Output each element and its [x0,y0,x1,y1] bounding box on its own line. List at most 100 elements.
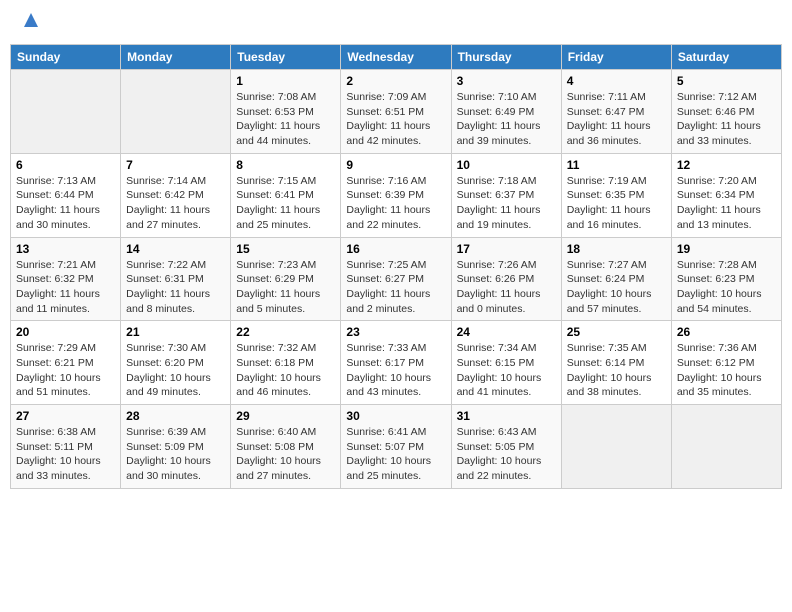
day-info: Sunrise: 7:13 AMSunset: 6:44 PMDaylight:… [16,174,115,233]
day-number: 26 [677,325,776,339]
weekday-header-wednesday: Wednesday [341,45,451,70]
day-number: 1 [236,74,335,88]
calendar-cell: 5 Sunrise: 7:12 AMSunset: 6:46 PMDaylight… [671,70,781,154]
calendar-cell: 18 Sunrise: 7:27 AMSunset: 6:24 PMDayligh… [561,237,671,321]
calendar-cell: 2 Sunrise: 7:09 AMSunset: 6:51 PMDaylight… [341,70,451,154]
calendar-cell: 15 Sunrise: 7:23 AMSunset: 6:29 PMDayligh… [231,237,341,321]
day-number: 29 [236,409,335,423]
calendar-cell: 8 Sunrise: 7:15 AMSunset: 6:41 PMDaylight… [231,153,341,237]
day-info: Sunrise: 7:15 AMSunset: 6:41 PMDaylight:… [236,174,335,233]
day-number: 11 [567,158,666,172]
calendar-week-5: 27 Sunrise: 6:38 AMSunset: 5:11 PMDayligh… [11,405,782,489]
calendar-cell: 17 Sunrise: 7:26 AMSunset: 6:26 PMDayligh… [451,237,561,321]
day-info: Sunrise: 7:14 AMSunset: 6:42 PMDaylight:… [126,174,225,233]
day-info: Sunrise: 7:19 AMSunset: 6:35 PMDaylight:… [567,174,666,233]
day-info: Sunrise: 7:28 AMSunset: 6:23 PMDaylight:… [677,258,776,317]
day-number: 3 [457,74,556,88]
day-number: 8 [236,158,335,172]
day-info: Sunrise: 6:38 AMSunset: 5:11 PMDaylight:… [16,425,115,484]
day-number: 30 [346,409,445,423]
day-info: Sunrise: 7:26 AMSunset: 6:26 PMDaylight:… [457,258,556,317]
day-info: Sunrise: 7:25 AMSunset: 6:27 PMDaylight:… [346,258,445,317]
calendar-cell: 26 Sunrise: 7:36 AMSunset: 6:12 PMDayligh… [671,321,781,405]
day-number: 17 [457,242,556,256]
logo-icon [22,11,40,29]
calendar-cell: 30 Sunrise: 6:41 AMSunset: 5:07 PMDayligh… [341,405,451,489]
day-info: Sunrise: 7:30 AMSunset: 6:20 PMDaylight:… [126,341,225,400]
weekday-header-friday: Friday [561,45,671,70]
calendar-cell: 21 Sunrise: 7:30 AMSunset: 6:20 PMDayligh… [121,321,231,405]
calendar-cell: 20Sunrise: 7:29 AMSunset: 6:21 PMDayligh… [11,321,121,405]
day-info: Sunrise: 6:43 AMSunset: 5:05 PMDaylight:… [457,425,556,484]
day-number: 15 [236,242,335,256]
day-number: 23 [346,325,445,339]
calendar-cell: 12 Sunrise: 7:20 AMSunset: 6:34 PMDayligh… [671,153,781,237]
day-number: 6 [16,158,115,172]
day-number: 13 [16,242,115,256]
day-number: 4 [567,74,666,88]
calendar-cell: 19Sunrise: 7:28 AMSunset: 6:23 PMDayligh… [671,237,781,321]
calendar-cell [121,70,231,154]
day-info: Sunrise: 7:12 AMSunset: 6:46 PMDaylight:… [677,90,776,149]
calendar-cell: 6 Sunrise: 7:13 AMSunset: 6:44 PMDaylight… [11,153,121,237]
calendar-cell: 13 Sunrise: 7:21 AMSunset: 6:32 PMDayligh… [11,237,121,321]
day-info: Sunrise: 7:22 AMSunset: 6:31 PMDaylight:… [126,258,225,317]
calendar-cell: 3 Sunrise: 7:10 AMSunset: 6:49 PMDaylight… [451,70,561,154]
day-info: Sunrise: 6:40 AMSunset: 5:08 PMDaylight:… [236,425,335,484]
day-number: 18 [567,242,666,256]
calendar-week-2: 6 Sunrise: 7:13 AMSunset: 6:44 PMDaylight… [11,153,782,237]
calendar-cell: 11 Sunrise: 7:19 AMSunset: 6:35 PMDayligh… [561,153,671,237]
day-number: 2 [346,74,445,88]
day-info: Sunrise: 7:35 AMSunset: 6:14 PMDaylight:… [567,341,666,400]
day-info: Sunrise: 6:39 AMSunset: 5:09 PMDaylight:… [126,425,225,484]
day-info: Sunrise: 7:20 AMSunset: 6:34 PMDaylight:… [677,174,776,233]
calendar-cell: 4 Sunrise: 7:11 AMSunset: 6:47 PMDaylight… [561,70,671,154]
calendar-week-1: 1 Sunrise: 7:08 AMSunset: 6:53 PMDaylight… [11,70,782,154]
day-info: Sunrise: 7:11 AMSunset: 6:47 PMDaylight:… [567,90,666,149]
calendar-cell: 28Sunrise: 6:39 AMSunset: 5:09 PMDayligh… [121,405,231,489]
day-info: Sunrise: 7:08 AMSunset: 6:53 PMDaylight:… [236,90,335,149]
calendar-cell: 10Sunrise: 7:18 AMSunset: 6:37 PMDayligh… [451,153,561,237]
day-info: Sunrise: 7:27 AMSunset: 6:24 PMDaylight:… [567,258,666,317]
day-number: 12 [677,158,776,172]
day-number: 31 [457,409,556,423]
weekday-header-thursday: Thursday [451,45,561,70]
day-info: Sunrise: 7:33 AMSunset: 6:17 PMDaylight:… [346,341,445,400]
day-number: 24 [457,325,556,339]
day-number: 9 [346,158,445,172]
calendar-cell: 27 Sunrise: 6:38 AMSunset: 5:11 PMDayligh… [11,405,121,489]
day-number: 25 [567,325,666,339]
calendar-week-4: 20Sunrise: 7:29 AMSunset: 6:21 PMDayligh… [11,321,782,405]
calendar-header-row: SundayMondayTuesdayWednesdayThursdayFrid… [11,45,782,70]
day-info: Sunrise: 7:36 AMSunset: 6:12 PMDaylight:… [677,341,776,400]
day-info: Sunrise: 7:16 AMSunset: 6:39 PMDaylight:… [346,174,445,233]
calendar-cell: 14 Sunrise: 7:22 AMSunset: 6:31 PMDayligh… [121,237,231,321]
logo [20,15,40,29]
day-number: 27 [16,409,115,423]
day-info: Sunrise: 7:21 AMSunset: 6:32 PMDaylight:… [16,258,115,317]
weekday-header-sunday: Sunday [11,45,121,70]
day-number: 22 [236,325,335,339]
day-info: Sunrise: 7:09 AMSunset: 6:51 PMDaylight:… [346,90,445,149]
day-number: 5 [677,74,776,88]
calendar-cell: 23 Sunrise: 7:33 AMSunset: 6:17 PMDayligh… [341,321,451,405]
weekday-header-saturday: Saturday [671,45,781,70]
day-number: 14 [126,242,225,256]
calendar-table: SundayMondayTuesdayWednesdayThursdayFrid… [10,44,782,489]
page-header [10,10,782,34]
day-info: Sunrise: 7:32 AMSunset: 6:18 PMDaylight:… [236,341,335,400]
calendar-cell: 22 Sunrise: 7:32 AMSunset: 6:18 PMDayligh… [231,321,341,405]
weekday-header-monday: Monday [121,45,231,70]
day-info: Sunrise: 7:10 AMSunset: 6:49 PMDaylight:… [457,90,556,149]
calendar-cell: 25 Sunrise: 7:35 AMSunset: 6:14 PMDayligh… [561,321,671,405]
day-info: Sunrise: 6:41 AMSunset: 5:07 PMDaylight:… [346,425,445,484]
calendar-cell: 24Sunrise: 7:34 AMSunset: 6:15 PMDayligh… [451,321,561,405]
day-number: 16 [346,242,445,256]
calendar-cell [11,70,121,154]
day-number: 10 [457,158,556,172]
calendar-cell: 1 Sunrise: 7:08 AMSunset: 6:53 PMDaylight… [231,70,341,154]
day-info: Sunrise: 7:23 AMSunset: 6:29 PMDaylight:… [236,258,335,317]
day-number: 21 [126,325,225,339]
calendar-cell: 9 Sunrise: 7:16 AMSunset: 6:39 PMDaylight… [341,153,451,237]
calendar-cell: 31 Sunrise: 6:43 AMSunset: 5:05 PMDayligh… [451,405,561,489]
